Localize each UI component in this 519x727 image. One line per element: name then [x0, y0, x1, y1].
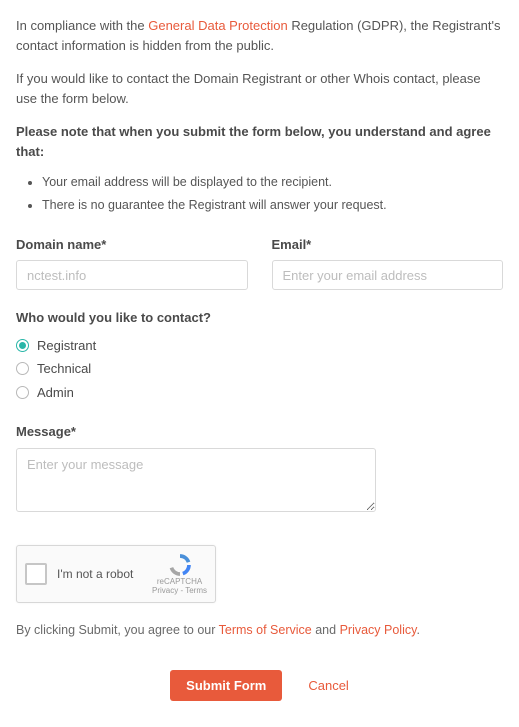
message-textarea[interactable]: [16, 448, 376, 512]
gdpr-pre: In compliance with the: [16, 18, 148, 33]
message-label: Message*: [16, 422, 503, 442]
recaptcha-checkbox[interactable]: [25, 563, 47, 585]
submit-button[interactable]: Submit Form: [170, 670, 282, 701]
note-item: There is no guarantee the Registrant wil…: [42, 196, 503, 215]
radio-label: Registrant: [37, 336, 96, 356]
contact-radio-group: Registrant Technical Admin: [16, 336, 503, 403]
radio-registrant[interactable]: [16, 339, 29, 352]
recaptcha-text: I'm not a robot: [57, 565, 152, 583]
email-label: Email*: [272, 235, 504, 255]
agree-pre: By clicking Submit, you agree to our: [16, 623, 219, 637]
radio-label: Admin: [37, 383, 74, 403]
note-item: Your email address will be displayed to …: [42, 173, 503, 192]
recaptcha-icon: [167, 552, 193, 578]
contact-intro: If you would like to contact the Domain …: [16, 69, 503, 108]
agree-post: .: [416, 623, 419, 637]
radio-label: Technical: [37, 359, 91, 379]
gdpr-link[interactable]: General Data Protection: [148, 18, 287, 33]
tos-link[interactable]: Terms of Service: [219, 623, 312, 637]
recaptcha-widget: I'm not a robot reCAPTCHA Privacy - Term…: [16, 545, 216, 603]
gdpr-intro: In compliance with the General Data Prot…: [16, 16, 503, 55]
radio-admin[interactable]: [16, 386, 29, 399]
radio-technical[interactable]: [16, 362, 29, 375]
domain-input[interactable]: [16, 260, 248, 290]
agree-text: By clicking Submit, you agree to our Ter…: [16, 621, 503, 640]
note-heading: Please note that when you submit the for…: [16, 122, 503, 161]
note-list: Your email address will be displayed to …: [42, 173, 503, 215]
privacy-link[interactable]: Privacy Policy: [340, 623, 417, 637]
recaptcha-terms-text: Privacy - Terms: [152, 587, 207, 596]
email-input[interactable]: [272, 260, 504, 290]
agree-and: and: [312, 623, 340, 637]
recaptcha-brand: reCAPTCHA Privacy - Terms: [152, 552, 207, 596]
contact-question: Who would you like to contact?: [16, 308, 503, 328]
cancel-button[interactable]: Cancel: [308, 678, 348, 693]
domain-label: Domain name*: [16, 235, 248, 255]
